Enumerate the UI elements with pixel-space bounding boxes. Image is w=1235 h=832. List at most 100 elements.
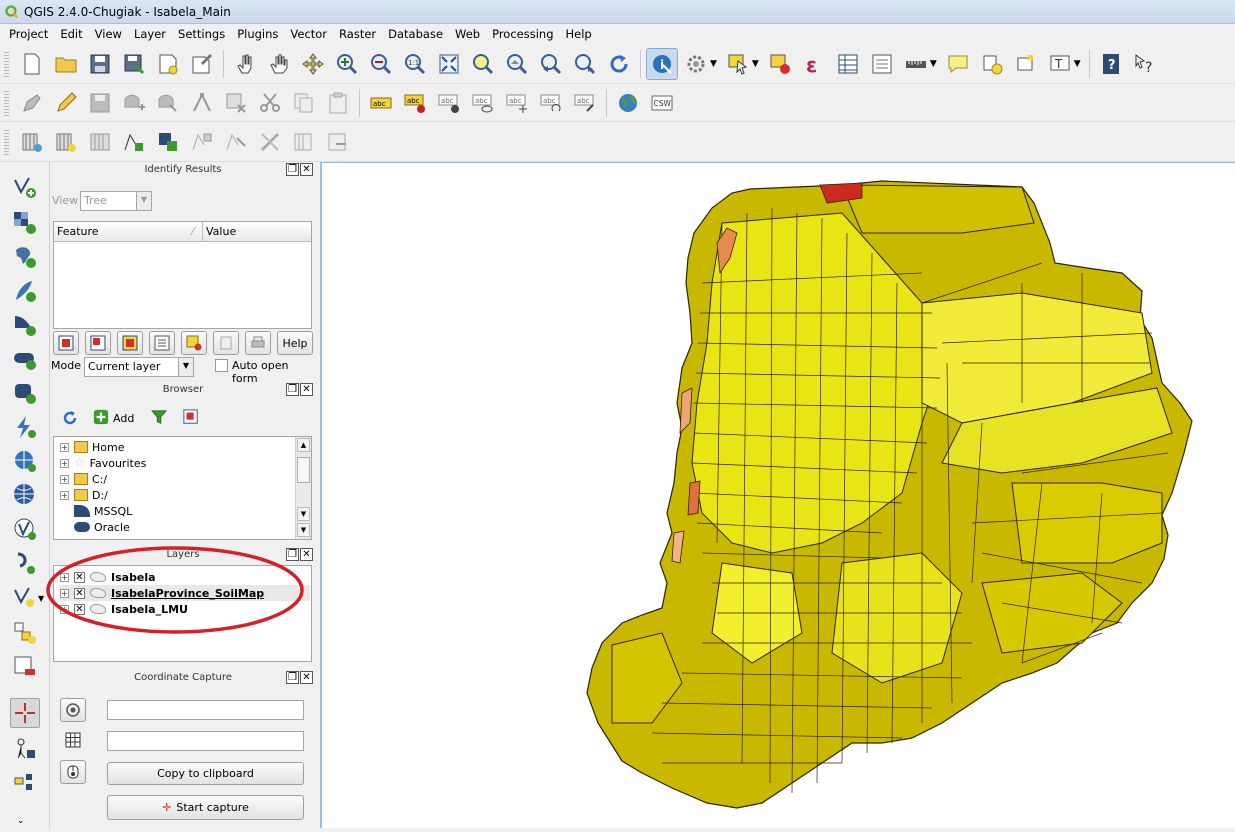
expand-toggle[interactable]: + xyxy=(60,588,69,598)
expand-all-button[interactable] xyxy=(53,331,79,355)
add-spatialite-layer-button[interactable] xyxy=(10,276,40,306)
zoom-to-layer-button[interactable] xyxy=(501,48,533,80)
expand-toggle[interactable]: + xyxy=(60,572,69,582)
add-wfs-layer-button[interactable] xyxy=(10,480,40,510)
menu-raster[interactable]: Raster xyxy=(333,24,382,44)
show-hide-labels-button[interactable]: abc xyxy=(467,87,499,119)
close-panel-button[interactable]: ✕ xyxy=(300,671,313,684)
change-label-button[interactable]: abc xyxy=(569,87,601,119)
province-polygon[interactable] xyxy=(841,184,1035,234)
close-panel-button[interactable]: ✕ xyxy=(300,383,313,396)
pan-to-selection-button[interactable] xyxy=(297,48,329,80)
view-combo[interactable]: Tree ▼ xyxy=(80,191,152,211)
browser-item[interactable]: Oracle xyxy=(74,519,130,535)
menu-web[interactable]: Web xyxy=(449,24,486,44)
filter-browser-button[interactable] xyxy=(150,409,169,427)
expand-new-button[interactable] xyxy=(117,331,143,355)
float-panel-button[interactable]: ❐ xyxy=(286,548,299,561)
highlight-labels-button[interactable]: abc xyxy=(433,87,465,119)
add-raster-layer-button[interactable] xyxy=(10,208,40,238)
map-coordinate-field[interactable] xyxy=(107,700,304,720)
column-header-feature[interactable]: Feature ⁄ xyxy=(54,222,203,242)
field-calculator-button[interactable] xyxy=(866,48,898,80)
new-shapefile-button[interactable] xyxy=(10,582,40,612)
copy-to-clipboard-button[interactable]: Copy to clipboard xyxy=(107,762,304,785)
coastal-polygon-orange[interactable] xyxy=(687,480,701,516)
user-coordinate-field[interactable] xyxy=(107,731,304,751)
add-oracle-layer-button[interactable] xyxy=(10,344,40,374)
remove-layer-button[interactable] xyxy=(84,126,116,158)
touch-zoom-button[interactable] xyxy=(229,48,261,80)
browser-scrollbar[interactable]: ▲ ▼ ▼ xyxy=(295,437,311,539)
float-panel-button[interactable]: ❐ xyxy=(286,383,299,396)
chevron-down-icon[interactable]: ⌄ xyxy=(17,816,25,826)
print-results-button[interactable] xyxy=(245,331,271,355)
menu-project[interactable]: Project xyxy=(0,24,54,44)
scroll-up-icon[interactable]: ▲ xyxy=(297,438,310,452)
close-panel-button[interactable]: ✕ xyxy=(300,163,313,176)
new-project-button[interactable] xyxy=(16,48,48,80)
simplify-button[interactable] xyxy=(322,126,354,158)
copy-results-button[interactable] xyxy=(213,331,239,355)
copy-features-button[interactable] xyxy=(288,87,320,119)
add-label[interactable]: Add xyxy=(113,412,134,425)
openlayers-button[interactable] xyxy=(612,87,644,119)
save-edits-button[interactable] xyxy=(84,87,116,119)
cut-features-button[interactable] xyxy=(254,87,286,119)
remove-layer-left-button[interactable] xyxy=(10,652,40,682)
chevron-down-icon[interactable]: ▼ xyxy=(930,59,937,69)
expand-toggle[interactable]: + xyxy=(60,442,69,452)
add-delimited-text-button[interactable] xyxy=(10,514,40,544)
rotate-label-button[interactable]: abc xyxy=(535,87,567,119)
toolbar-grip[interactable] xyxy=(4,127,9,156)
expand-toggle[interactable]: + xyxy=(60,604,69,614)
start-capture-button[interactable]: ✛ Start capture xyxy=(107,795,304,820)
open-project-button[interactable] xyxy=(50,48,82,80)
zoom-next-button[interactable] xyxy=(569,48,601,80)
menu-layer[interactable]: Layer xyxy=(128,24,172,44)
menu-settings[interactable]: Settings xyxy=(172,24,231,44)
offset-curve-button[interactable] xyxy=(288,126,320,158)
zoom-in-button[interactable] xyxy=(331,48,363,80)
map-crs-button[interactable] xyxy=(60,698,86,722)
map-tips-button[interactable] xyxy=(942,48,974,80)
mode-combo[interactable]: Current layer ▼ xyxy=(84,357,194,377)
save-project-button[interactable] xyxy=(84,48,116,80)
attribute-table-button[interactable] xyxy=(832,48,864,80)
deselect-all-button[interactable] xyxy=(181,331,207,355)
browser-item[interactable]: + ☆ Favourites xyxy=(60,455,146,471)
save-as-button[interactable] xyxy=(118,48,150,80)
move-label-button[interactable]: abc xyxy=(501,87,533,119)
new-raster-layer-button[interactable] xyxy=(16,126,48,158)
add-gps-layer-button[interactable] xyxy=(10,548,40,578)
new-bookmark-button[interactable] xyxy=(976,48,1008,80)
paste-features-button[interactable] xyxy=(322,87,354,119)
measure-button[interactable] xyxy=(900,48,932,80)
toolbar-grip[interactable] xyxy=(4,88,9,117)
refresh-button[interactable] xyxy=(603,48,635,80)
layer-visibility-checkbox[interactable]: ✕ xyxy=(74,587,85,599)
csw-button[interactable]: CSW xyxy=(646,87,678,119)
column-header-value[interactable]: Value xyxy=(203,222,311,242)
browser-item[interactable]: + Home xyxy=(60,439,124,455)
gps-tracking-button[interactable] xyxy=(10,734,40,764)
refresh-browser-button[interactable] xyxy=(61,409,79,427)
whats-this-button[interactable]: ? xyxy=(1129,48,1161,80)
run-feature-action-button[interactable] xyxy=(680,48,712,80)
toggle-editing-button[interactable] xyxy=(50,87,82,119)
add-mssql-layer-button[interactable] xyxy=(10,310,40,340)
track-mouse-button[interactable] xyxy=(60,760,86,784)
menu-edit[interactable]: Edit xyxy=(54,24,88,44)
scroll-down-icon[interactable]: ▼ xyxy=(297,507,310,521)
browser-item[interactable]: + C:/ xyxy=(60,471,107,487)
scroll-thumb[interactable] xyxy=(297,457,310,483)
digitizing-tools-button[interactable] xyxy=(10,766,40,796)
delete-selected-button[interactable] xyxy=(220,87,252,119)
expand-toggle[interactable]: + xyxy=(60,458,69,468)
menu-database[interactable]: Database xyxy=(382,24,449,44)
select-features-button[interactable] xyxy=(722,48,754,80)
pin-labels-button[interactable]: abc xyxy=(399,87,431,119)
chevron-down-icon[interactable]: ▼ xyxy=(1074,59,1081,69)
browser-item[interactable]: + D:/ xyxy=(60,487,108,503)
zoom-to-selection-button[interactable] xyxy=(467,48,499,80)
